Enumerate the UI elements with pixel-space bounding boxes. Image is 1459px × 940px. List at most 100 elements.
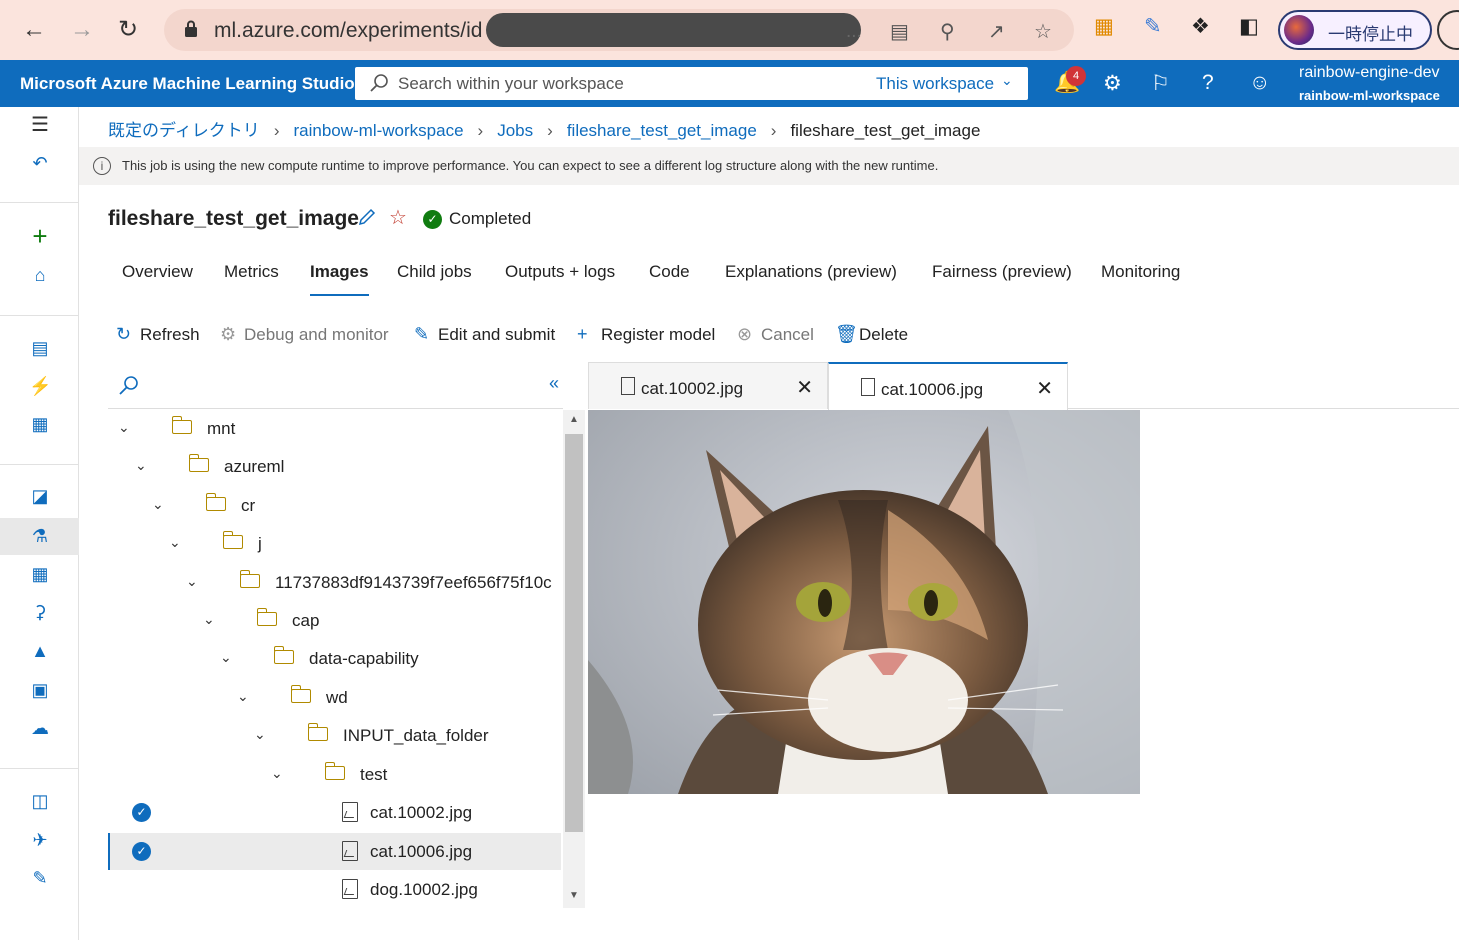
zoom-icon[interactable]: ⚲ — [940, 19, 955, 44]
tab-code[interactable]: Code — [649, 262, 690, 294]
notes-extension-icon[interactable]: ✎ — [1144, 14, 1162, 39]
extension-icon[interactable]: ▦ — [1094, 14, 1114, 39]
environments-icon[interactable]: ▲ — [29, 640, 51, 662]
chevron-down-icon[interactable]: ⌄ — [237, 688, 249, 705]
notebook-icon[interactable]: ▤ — [29, 337, 51, 359]
endpoints-cloud-icon[interactable]: ☁ — [29, 717, 51, 739]
close-icon[interactable]: ✕ — [796, 375, 813, 400]
tree-item-cr[interactable]: ⌄ cr — [108, 487, 561, 524]
scroll-down-icon[interactable]: ▼ — [569, 890, 579, 901]
tab-monitoring[interactable]: Monitoring — [1101, 262, 1180, 294]
profile-button[interactable]: 一時停止中 — [1278, 10, 1432, 50]
hamburger-icon[interactable]: ☰ — [29, 114, 51, 136]
tree-item-job-id[interactable]: ⌄ 11737883df9143739f7eef656f75f10c — [108, 564, 561, 601]
translate-icon[interactable]: ▤ — [890, 19, 909, 44]
share-icon[interactable]: ↗ — [988, 19, 1005, 44]
tree-item-test[interactable]: ⌄ test — [108, 756, 561, 793]
chevron-down-icon[interactable]: ⌄ — [1001, 72, 1013, 89]
tree-item-data-capability[interactable]: ⌄ data-capability — [108, 640, 561, 677]
cancel-button[interactable]: ⊗ Cancel — [737, 324, 814, 345]
chevron-down-icon[interactable]: ⌄ — [203, 611, 215, 628]
app-brand[interactable]: Microsoft Azure Machine Learning Studio — [20, 74, 355, 94]
sidepanel-icon[interactable]: ◧ — [1239, 14, 1259, 39]
designer-icon[interactable]: ▦ — [29, 413, 51, 435]
compute-icon[interactable]: ◫ — [29, 790, 51, 812]
undo-icon[interactable]: ↶ — [29, 152, 51, 174]
chevron-down-icon[interactable]: ⌄ — [135, 457, 147, 474]
tab-fairness[interactable]: Fairness (preview) — [932, 262, 1072, 294]
chevron-down-icon[interactable]: ⌄ — [220, 649, 232, 666]
search-icon[interactable] — [118, 375, 140, 397]
jobs-flask-icon[interactable]: ⚗ — [29, 525, 51, 547]
tree-item-azureml[interactable]: ⌄ azureml — [108, 448, 561, 485]
search-input[interactable]: Search within your workspace — [398, 74, 624, 94]
account-name[interactable]: rainbow-engine-dev — [1299, 64, 1440, 82]
debug-monitor-button[interactable]: ⚙ Debug and monitor — [220, 324, 389, 345]
breadcrumb-jobs[interactable]: Jobs — [497, 121, 533, 140]
cancel-label: Cancel — [761, 325, 814, 344]
forward-icon[interactable]: → — [70, 16, 94, 44]
search-scope[interactable]: This workspace — [876, 74, 994, 94]
home-icon[interactable]: ⌂ — [29, 264, 51, 286]
pencil-icon[interactable] — [357, 207, 377, 227]
tab-overview[interactable]: Overview — [122, 262, 193, 294]
tree-item-mnt[interactable]: ⌄ mnt — [108, 410, 561, 447]
pipelines-icon[interactable]: ⚳ — [29, 601, 51, 623]
scroll-up-icon[interactable]: ▲ — [569, 414, 579, 425]
tree-item-cat-10002[interactable]: ✓ cat.10002.jpg — [108, 794, 561, 831]
components-icon[interactable]: ▦ — [29, 563, 51, 585]
tree-scrollbar[interactable]: ▲ ▼ — [563, 410, 585, 908]
tab-metrics[interactable]: Metrics — [224, 262, 279, 294]
chevron-down-icon[interactable]: ⌄ — [254, 726, 266, 743]
feedback-icon[interactable]: ⚐ — [1151, 71, 1170, 96]
chevron-down-icon[interactable]: ⌄ — [152, 496, 164, 513]
checkmark-icon[interactable]: ✓ — [132, 803, 151, 822]
breadcrumb-workspace[interactable]: rainbow-ml-workspace — [293, 121, 463, 140]
help-icon[interactable]: ? — [1202, 71, 1214, 95]
back-icon[interactable]: ← — [22, 16, 46, 44]
tree-item-wd[interactable]: ⌄ wd — [108, 679, 561, 716]
more-button[interactable] — [1437, 10, 1459, 50]
scrollbar-thumb[interactable] — [565, 434, 583, 832]
labeling-icon[interactable]: ✎ — [29, 867, 51, 889]
collapse-panel-icon[interactable]: « — [549, 373, 559, 394]
chevron-down-icon[interactable]: ⌄ — [118, 419, 130, 436]
delete-button[interactable]: 🗑Delete — [835, 324, 908, 345]
automl-icon[interactable]: ⚡ — [29, 375, 51, 397]
reload-icon[interactable]: ↻ — [118, 16, 138, 44]
edit-submit-button[interactable]: ✎ Edit and submit — [414, 324, 555, 345]
tree-item-input-data-folder[interactable]: ⌄ INPUT_data_folder — [108, 717, 561, 754]
checkmark-icon[interactable]: ✓ — [132, 842, 151, 861]
preview-tab-cat-10002[interactable]: cat.10002.jpg ✕ — [588, 362, 828, 409]
tab-outputs-logs[interactable]: Outputs + logs — [505, 262, 615, 294]
close-icon[interactable]: ✕ — [1036, 376, 1053, 401]
gear-icon[interactable]: ⚙ — [1103, 71, 1122, 96]
register-model-button[interactable]: + Register model — [577, 324, 715, 345]
tree-item-label: test — [360, 765, 388, 784]
extensions-puzzle-icon[interactable]: ❖ — [1191, 14, 1210, 39]
breadcrumb-directory[interactable]: 既定のディレクトリ — [108, 121, 260, 140]
tree-item-j[interactable]: ⌄ j — [108, 525, 561, 562]
preview-tab-cat-10006[interactable]: cat.10006.jpg ✕ — [828, 362, 1068, 410]
data-icon[interactable]: ◪ — [29, 485, 51, 507]
workspace-name[interactable]: rainbow-ml-workspace — [1299, 88, 1440, 103]
tab-images[interactable]: Images — [310, 262, 369, 296]
tree-item-cat-10006[interactable]: ✓ cat.10006.jpg — [108, 833, 561, 870]
models-cube-icon[interactable]: ▣ — [29, 679, 51, 701]
address-bar[interactable]: ml.azure.com/experiments/id ... ▤ ⚲ ↗ ☆ — [164, 9, 1074, 51]
linked-services-icon[interactable]: ✈ — [29, 829, 51, 851]
breadcrumb-experiment[interactable]: fileshare_test_get_image — [567, 121, 757, 140]
plus-icon[interactable]: + — [29, 223, 51, 249]
tab-explanations[interactable]: Explanations (preview) — [725, 262, 897, 294]
tree-item-dog-10002[interactable]: dog.10002.jpg — [108, 871, 561, 908]
chevron-down-icon[interactable]: ⌄ — [169, 534, 181, 551]
chevron-down-icon[interactable]: ⌄ — [186, 573, 198, 590]
tree-item-cap[interactable]: ⌄ cap — [108, 602, 561, 639]
smiley-icon[interactable]: ☺ — [1249, 71, 1270, 95]
refresh-button[interactable]: ↻ Refresh — [116, 324, 200, 345]
bookmark-star-icon[interactable]: ☆ — [1034, 19, 1052, 44]
favorite-star-icon[interactable]: ☆ — [389, 205, 407, 230]
chevron-down-icon[interactable]: ⌄ — [271, 765, 283, 782]
workspace-search[interactable]: Search within your workspace This worksp… — [355, 67, 1028, 100]
tab-child-jobs[interactable]: Child jobs — [397, 262, 472, 294]
